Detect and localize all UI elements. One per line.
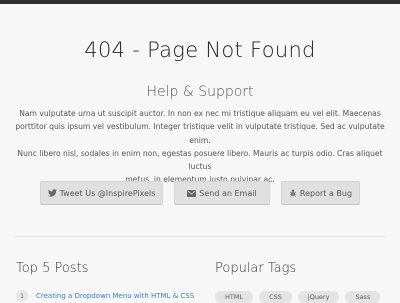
report-bug-button-label: Report a Bug (299, 188, 353, 198)
tweet-button[interactable]: Tweet Us @InspirePixels (40, 181, 163, 205)
tag-sass[interactable]: Sass (345, 291, 381, 303)
tag-jquery[interactable]: jQuery (297, 291, 340, 303)
email-button[interactable]: Send an Email (174, 181, 270, 205)
post-link[interactable]: Creating a Dropdown Menu with HTML & CSS (36, 292, 194, 300)
support-line: porttitor quis ipsum vel vestibulum. Int… (15, 122, 385, 145)
top-posts-title: Top 5 Posts (16, 261, 89, 276)
post-rank-badge: 1 (16, 290, 28, 302)
section-divider (15, 236, 385, 237)
support-line: Nam vulputate urna ut suscipit auctor. I… (19, 109, 381, 118)
list-item: 1 Creating a Dropdown Menu with HTML & C… (16, 290, 194, 302)
tag-css[interactable]: CSS (259, 291, 292, 303)
email-button-label: Send an Email (199, 188, 257, 198)
popular-tags-title: Popular Tags (215, 261, 297, 276)
tweet-button-label: Tweet Us @InspirePixels (59, 188, 156, 198)
bug-icon (289, 189, 297, 197)
support-paragraph: Nam vulputate urna ut suscipit auctor. I… (14, 107, 386, 187)
support-line: Nunc libero nisl, sodales in enim non, e… (17, 148, 383, 172)
report-bug-button[interactable]: Report a Bug (281, 181, 360, 205)
tag-list: HTML CSS jQuery Sass (215, 291, 381, 303)
main-content: 404 - Page Not Found Help & Support Nam … (0, 4, 400, 303)
support-title: Help & Support (146, 84, 254, 100)
envelope-icon (187, 189, 197, 197)
tag-html[interactable]: HTML (215, 291, 254, 303)
page-title: 404 - Page Not Found (84, 38, 316, 62)
twitter-icon (47, 189, 57, 197)
